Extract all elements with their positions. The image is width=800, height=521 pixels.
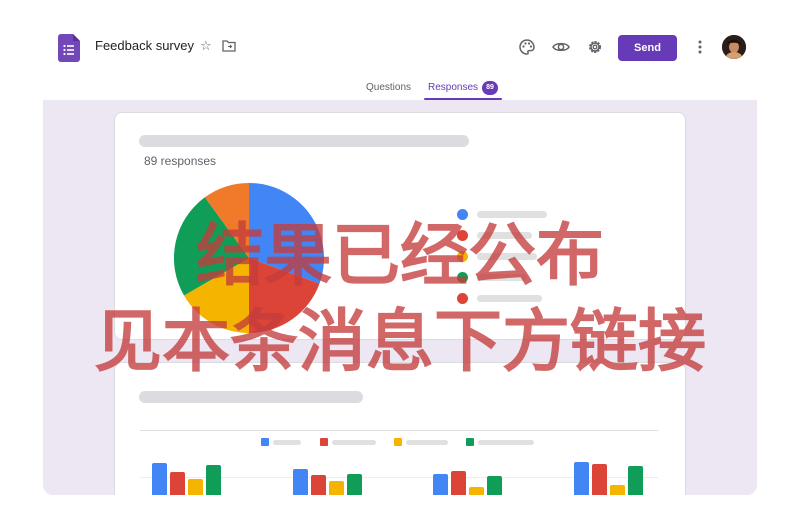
divider (140, 430, 658, 431)
move-to-folder-icon[interactable] (222, 40, 236, 52)
title-placeholder (139, 391, 363, 403)
palette-icon[interactable] (517, 37, 537, 57)
bar (311, 475, 326, 495)
forms-icon[interactable] (58, 34, 80, 62)
bar (451, 471, 466, 495)
overlay-text-line2: 见本条消息下方链接 (93, 303, 706, 382)
star-outline-icon[interactable]: ☆ (200, 38, 212, 54)
legend-label-placeholder (406, 440, 448, 445)
bar (574, 462, 589, 495)
legend-swatch-yellow (394, 438, 402, 446)
eye-icon[interactable] (551, 37, 571, 57)
bar (433, 474, 448, 495)
legend-swatch-green (466, 438, 474, 446)
bar (188, 479, 203, 495)
legend-swatch-red (320, 438, 328, 446)
tab-questions[interactable]: Questions (366, 82, 411, 93)
bar (152, 463, 167, 495)
bar (592, 464, 607, 495)
user-avatar[interactable] (722, 35, 746, 59)
gear-icon[interactable] (585, 37, 605, 57)
bar (610, 485, 625, 495)
bar (206, 465, 221, 495)
legend-label-placeholder (478, 440, 534, 445)
more-vert-icon[interactable] (690, 37, 710, 57)
title-placeholder (139, 135, 469, 147)
bar (469, 487, 484, 495)
tab-responses[interactable]: Responses (428, 82, 478, 93)
legend-label-placeholder (273, 440, 301, 445)
legend-label-placeholder (332, 440, 376, 445)
bar (170, 472, 185, 495)
bar (347, 474, 362, 495)
bar (628, 466, 643, 495)
send-button[interactable]: Send (618, 35, 677, 61)
overlay-text-line1: 结果已经公布 (195, 217, 604, 296)
responses-count-badge: 89 (482, 81, 498, 95)
bar (329, 481, 344, 495)
bar (487, 476, 502, 495)
avatar-image (722, 35, 746, 59)
legend-swatch-blue (261, 438, 269, 446)
responses-count: 89 responses (144, 154, 217, 168)
form-title[interactable]: Feedback survey (95, 38, 194, 53)
bar (293, 469, 308, 495)
